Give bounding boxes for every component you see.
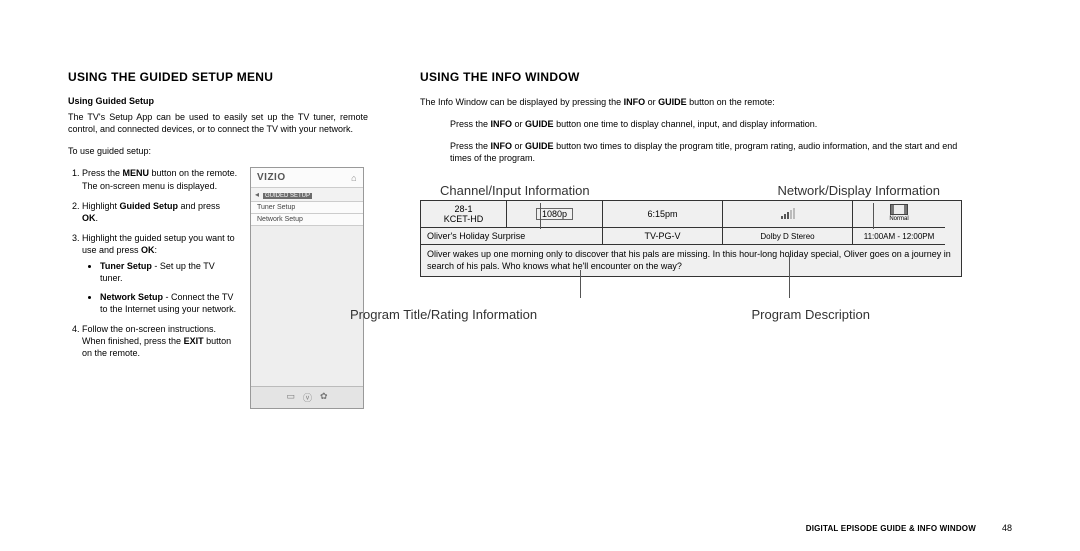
timespan-cell: 11:00AM - 12:00PM [853, 228, 945, 245]
info-intro: The Info Window can be displayed by pres… [420, 96, 970, 108]
time-cell: 6:15pm [603, 201, 723, 229]
aspect-cell: Normal [853, 201, 945, 229]
home-icon: ⌂ [351, 173, 357, 183]
step-1: Press the MENU button on the remote. The… [82, 167, 238, 191]
callout-title: Program Title/Rating Information [350, 307, 537, 322]
menu-item-network: Network Setup [251, 214, 363, 226]
bullet-network: Network Setup - Connect the TV to the In… [100, 291, 238, 315]
callout-network: Network/Display Information [777, 183, 940, 198]
rating-cell: TV-PG-V [603, 228, 723, 245]
guided-setup-section: USING THE GUIDED SETUP MENU Using Guided… [68, 70, 368, 409]
section-heading: USING THE INFO WINDOW [420, 70, 970, 84]
footer-icon-wide: ▭ [286, 391, 295, 404]
callout-line [540, 203, 541, 229]
signal-bars-icon [781, 209, 795, 219]
section-heading: USING THE GUIDED SETUP MENU [68, 70, 368, 84]
page-footer: DIGITAL EPISODE GUIDE & INFO WINDOW 48 [806, 523, 1012, 533]
callout-line [580, 270, 581, 298]
signal-cell [723, 201, 853, 229]
aspect-icon [890, 204, 908, 215]
info-window-section: USING THE INFO WINDOW The Info Window ca… [420, 70, 970, 409]
callout-line [873, 203, 874, 229]
info-p2: Press the INFO or GUIDE button one time … [450, 118, 970, 130]
menu-brand: VIZIO [257, 172, 286, 183]
callout-line [789, 256, 790, 298]
back-icon: ◂ [255, 190, 259, 199]
info-window-box: 28-1 KCET-HD 1080p 6:15pm Normal Oliver'… [420, 200, 962, 277]
steps-list: Press the MENU button on the remote. The… [68, 167, 238, 359]
description-cell: Oliver wakes up one morning only to disc… [421, 245, 961, 275]
program-title-cell: Oliver's Holiday Surprise [421, 228, 603, 245]
channel-cell: 28-1 KCET-HD [421, 201, 507, 229]
step-2: Highlight Guided Setup and press OK. [82, 200, 238, 224]
resolution-cell: 1080p [507, 201, 603, 229]
menu-item-tuner: Tuner Setup [251, 202, 363, 214]
footer-section-label: DIGITAL EPISODE GUIDE & INFO WINDOW [806, 524, 976, 533]
step-4: Follow the on-screen instructions. When … [82, 323, 238, 359]
page-number: 48 [1002, 523, 1012, 533]
step-3: Highlight the guided setup you want to u… [82, 232, 238, 315]
menu-breadcrumb: GUIDED SETUP [263, 193, 312, 199]
audio-cell: Dolby D Stereo [723, 228, 853, 245]
bullet-tuner: Tuner Setup - Set up the TV tuner. [100, 260, 238, 284]
subsection-heading: Using Guided Setup [68, 96, 368, 106]
callout-channel: Channel/Input Information [440, 183, 590, 198]
callout-desc: Program Description [752, 307, 871, 322]
intro-paragraph: The TV's Setup App can be used to easily… [68, 111, 368, 135]
lead-line: To use guided setup: [68, 145, 368, 157]
footer-icon-gear: ✿ [320, 391, 328, 404]
footer-icon-v: ⓥ [303, 391, 312, 404]
info-window-diagram: Channel/Input Information Network/Displa… [420, 183, 960, 322]
onscreen-menu-mock: VIZIO ⌂ ◂ GUIDED SETUP Tuner Setup Netwo… [250, 167, 364, 409]
info-p3: Press the INFO or GUIDE button two times… [450, 140, 970, 164]
